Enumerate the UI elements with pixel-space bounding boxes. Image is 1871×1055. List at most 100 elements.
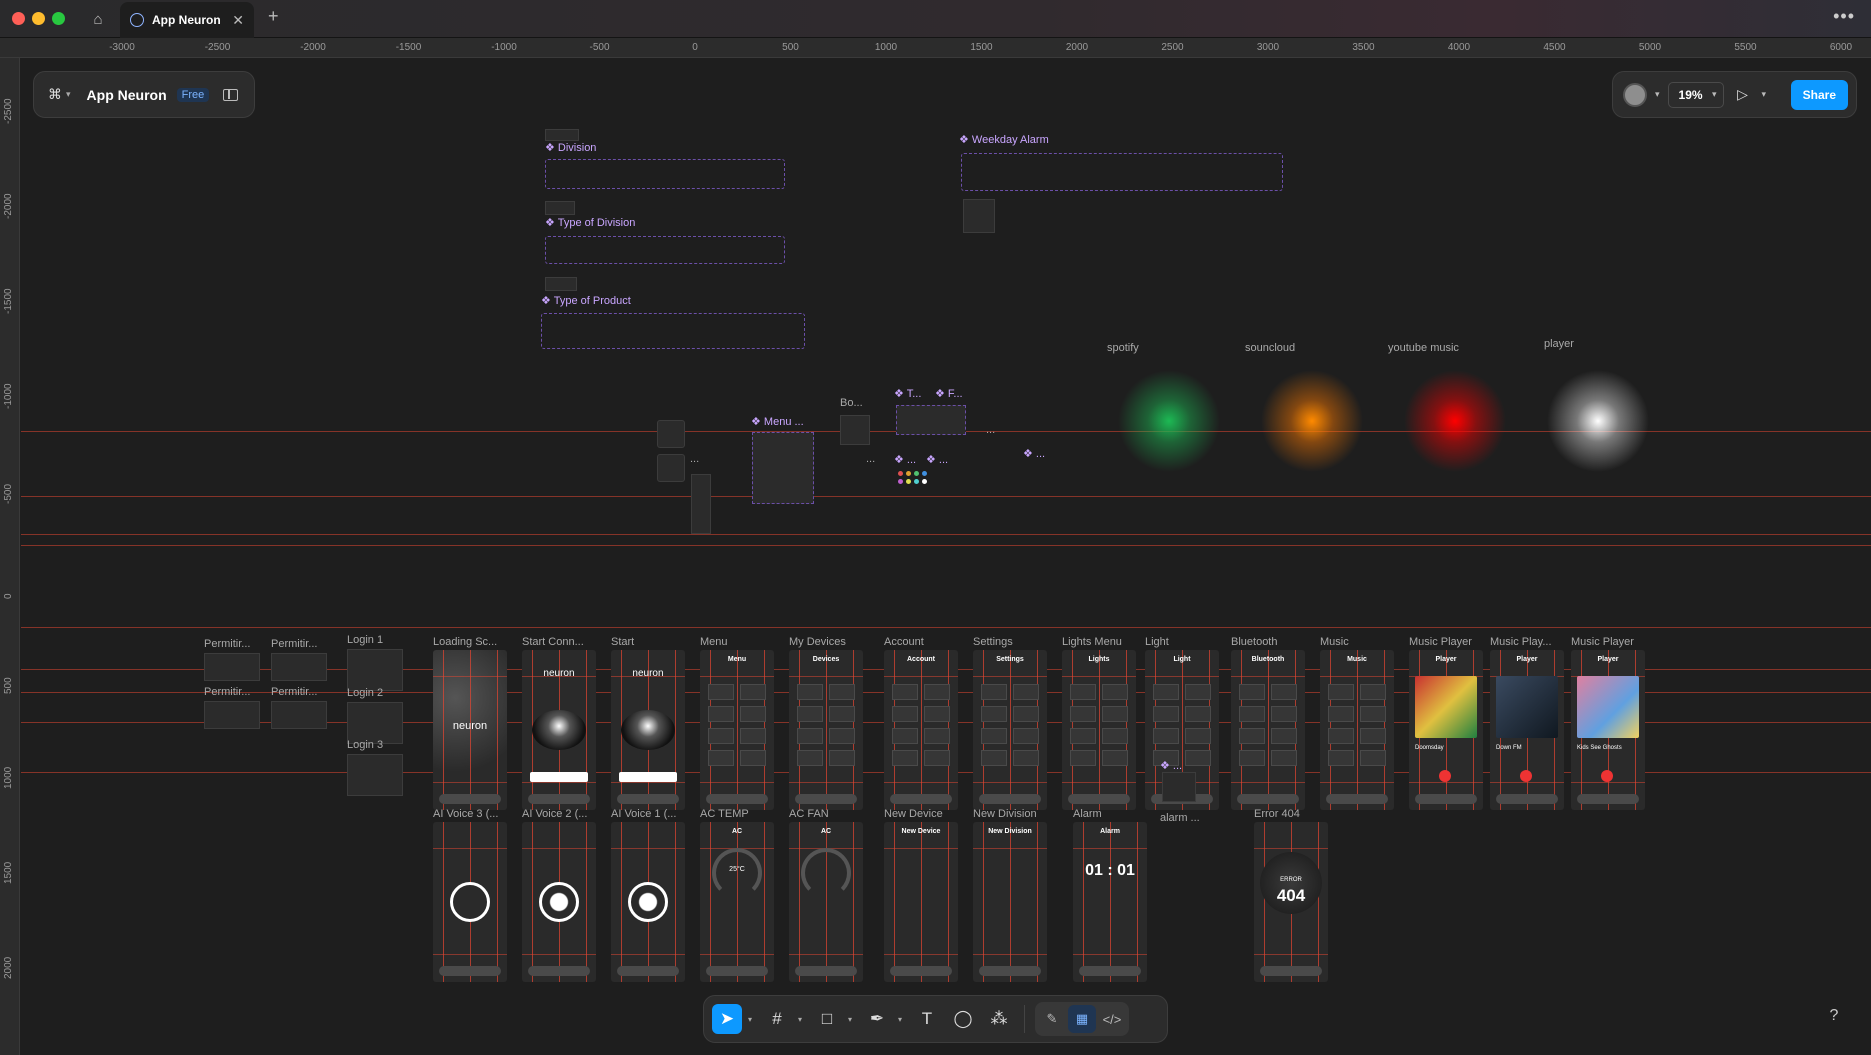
list-item[interactable]	[1360, 750, 1386, 766]
list-item[interactable]	[1070, 750, 1096, 766]
frame-label[interactable]: My Devices	[789, 636, 865, 648]
component-set-weekday-alarm[interactable]	[961, 153, 1283, 191]
frame-label[interactable]: Light	[1145, 636, 1221, 648]
help-icon[interactable]: ?	[1822, 1004, 1846, 1028]
bottom-nav-bar[interactable]	[1260, 966, 1322, 976]
play-button[interactable]	[1520, 770, 1532, 782]
list-item[interactable]	[1328, 750, 1354, 766]
list-item[interactable]	[892, 750, 918, 766]
app-screen-frame[interactable]: neuron	[522, 650, 596, 810]
frame-permit[interactable]	[204, 653, 260, 681]
list-item[interactable]	[1328, 706, 1354, 722]
list-item[interactable]	[1360, 728, 1386, 744]
bottom-nav-bar[interactable]	[1079, 966, 1141, 976]
component-set-type-division[interactable]	[545, 236, 785, 264]
frame-label[interactable]: Music	[1320, 636, 1396, 648]
frame-label[interactable]: AI Voice 2 (...	[522, 808, 598, 820]
bottom-nav-bar[interactable]	[1496, 794, 1558, 804]
bottom-nav-bar[interactable]	[528, 794, 590, 804]
home-icon[interactable]: ⌂	[86, 7, 110, 31]
frame-permit[interactable]	[271, 701, 327, 729]
app-screen-frame[interactable]: Devices	[789, 650, 863, 810]
bottom-nav-bar[interactable]	[1326, 794, 1388, 804]
frame-label[interactable]: Account	[884, 636, 960, 648]
dev-mode-icon[interactable]: </>	[1098, 1005, 1126, 1033]
frame-alarm-extra-label[interactable]: alarm ...	[1160, 812, 1200, 824]
color-swatch[interactable]	[922, 471, 927, 476]
frame-permit[interactable]	[271, 653, 327, 681]
list-item[interactable]	[924, 684, 950, 700]
list-item[interactable]	[1153, 684, 1179, 700]
bottom-nav-bar[interactable]	[617, 966, 679, 976]
frame-label[interactable]: Settings	[973, 636, 1049, 648]
list-item[interactable]	[1185, 728, 1211, 744]
frame-login-label[interactable]: Login 3	[347, 739, 383, 751]
comment-icon[interactable]: ◯	[948, 1004, 978, 1034]
color-swatch[interactable]	[906, 471, 911, 476]
bottom-nav-bar[interactable]	[890, 966, 952, 976]
frame-label[interactable]: New Device	[884, 808, 960, 820]
component-variant[interactable]	[545, 201, 575, 215]
component-division-label[interactable]: ❖ Division	[545, 141, 596, 154]
chevron-down-icon[interactable]: ▾	[748, 1015, 756, 1024]
app-screen-frame[interactable]: New Division	[973, 822, 1047, 982]
list-item[interactable]	[1239, 728, 1265, 744]
plan-badge[interactable]: Free	[176, 87, 210, 102]
component-t-label[interactable]: ❖ T...	[894, 387, 921, 400]
player-glow[interactable]	[1538, 361, 1658, 481]
list-item[interactable]	[892, 684, 918, 700]
frame-label[interactable]: New Division	[973, 808, 1049, 820]
frame-label[interactable]: Bluetooth	[1231, 636, 1307, 648]
list-item[interactable]	[1102, 750, 1128, 766]
play-button[interactable]	[1601, 770, 1613, 782]
app-screen-frame[interactable]	[611, 822, 685, 982]
list-item[interactable]	[1360, 706, 1386, 722]
bottom-nav-bar[interactable]	[1237, 794, 1299, 804]
color-swatch-grid[interactable]	[898, 471, 968, 491]
list-item[interactable]	[797, 684, 823, 700]
list-item[interactable]	[829, 684, 855, 700]
app-screen-frame[interactable]	[433, 822, 507, 982]
plus-icon[interactable]: +	[268, 6, 279, 27]
list-item[interactable]	[981, 706, 1007, 722]
app-screen-frame[interactable]: ERROR 404	[1254, 822, 1328, 982]
share-button[interactable]: Share	[1790, 79, 1848, 110]
bottom-nav-bar[interactable]	[1577, 794, 1639, 804]
player-label[interactable]: player	[1544, 338, 1574, 350]
frame-login[interactable]	[347, 754, 403, 796]
app-screen-frame[interactable]: Lights	[1062, 650, 1136, 810]
app-screen-frame[interactable]: AC 25°C	[700, 822, 774, 982]
list-item[interactable]	[1102, 728, 1128, 744]
app-screen-frame[interactable]: Menu	[700, 650, 774, 810]
bottom-nav-bar[interactable]	[1068, 794, 1130, 804]
frame-ellipsis-label[interactable]: ...	[690, 453, 699, 465]
frame-ellipsis-label[interactable]: ...	[986, 424, 995, 436]
frame-login-label[interactable]: Login 1	[347, 634, 383, 646]
minimize-window-button[interactable]	[32, 12, 45, 25]
frame-permit-label[interactable]: Permitir...	[271, 686, 317, 698]
app-screen-frame[interactable]: New Device	[884, 822, 958, 982]
list-item[interactable]	[708, 728, 734, 744]
ellipsis-icon[interactable]: •••	[1833, 6, 1855, 27]
zoom-dropdown[interactable]: 19% ▾	[1667, 81, 1724, 108]
album-art[interactable]	[1496, 676, 1558, 738]
frame-label[interactable]: Loading Sc...	[433, 636, 509, 648]
component-set-tf[interactable]	[896, 405, 966, 435]
bottom-nav-bar[interactable]	[439, 794, 501, 804]
color-swatch[interactable]	[898, 471, 903, 476]
list-item[interactable]	[1360, 684, 1386, 700]
component-set-menu[interactable]	[752, 432, 814, 504]
maximize-window-button[interactable]	[52, 12, 65, 25]
frame-label[interactable]: Music Player	[1409, 636, 1485, 648]
component-variant[interactable]	[963, 199, 995, 233]
list-item[interactable]	[1271, 706, 1297, 722]
color-swatch[interactable]	[922, 479, 927, 484]
draw-mode-icon[interactable]: ✎	[1038, 1005, 1066, 1033]
youtube-music-label[interactable]: youtube music	[1388, 342, 1459, 354]
list-item[interactable]	[740, 750, 766, 766]
pen-icon[interactable]: ✒	[862, 1004, 892, 1034]
list-item[interactable]	[797, 750, 823, 766]
list-item[interactable]	[829, 750, 855, 766]
bottom-nav-bar[interactable]	[706, 966, 768, 976]
actions-icon[interactable]: ⁂	[984, 1004, 1014, 1034]
